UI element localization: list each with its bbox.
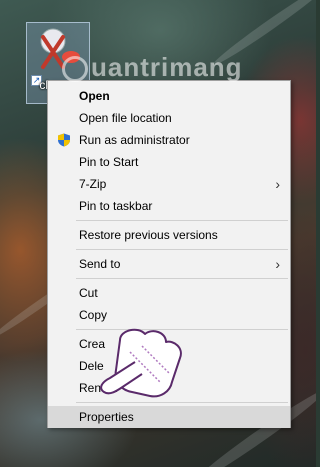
menu-item-label: Copy	[79, 308, 108, 322]
uac-shield-icon	[58, 133, 70, 147]
menu-separator	[76, 220, 288, 221]
menu-separator	[76, 249, 288, 250]
menu-item-open-file-location[interactable]: Open file location	[48, 107, 290, 129]
menu-separator	[76, 278, 288, 279]
menu-item-label: Cut	[79, 286, 98, 300]
menu-item-cut[interactable]: Cut	[48, 282, 290, 304]
chevron-right-icon: ›	[275, 256, 280, 272]
menu-item-label: 7-Zip	[79, 177, 107, 191]
chevron-right-icon: ›	[275, 176, 280, 192]
menu-item-label: Restore previous versions	[79, 228, 218, 242]
menu-item-label: Pin to taskbar	[79, 199, 153, 213]
menu-item-pin-to-taskbar[interactable]: Pin to taskbar	[48, 195, 290, 217]
menu-item-run-as-administrator[interactable]: Run as administrator	[48, 129, 290, 151]
watermark: uantrimang	[62, 52, 252, 86]
watermark-text: uantrimang	[91, 52, 243, 82]
menu-item-restore-previous-versions[interactable]: Restore previous versions	[48, 224, 290, 246]
menu-item-properties[interactable]: Properties	[48, 406, 290, 428]
watermark-logo-icon	[62, 56, 88, 82]
menu-item-pin-to-start[interactable]: Pin to Start	[48, 151, 290, 173]
menu-item-open[interactable]: Open	[48, 85, 290, 107]
menu-item-label: Open	[79, 89, 110, 103]
menu-item-label: Properties	[79, 410, 134, 424]
menu-item-label: Open file location	[79, 111, 172, 125]
hand-pointer-icon	[100, 328, 182, 398]
menu-separator	[76, 402, 288, 403]
menu-item-label: Send to	[79, 257, 121, 271]
menu-item-7-zip[interactable]: 7-Zip ›	[48, 173, 290, 195]
menu-item-send-to[interactable]: Send to ›	[48, 253, 290, 275]
menu-item-label: Pin to Start	[79, 155, 139, 169]
menu-item-label: Run as administrator	[79, 133, 190, 147]
